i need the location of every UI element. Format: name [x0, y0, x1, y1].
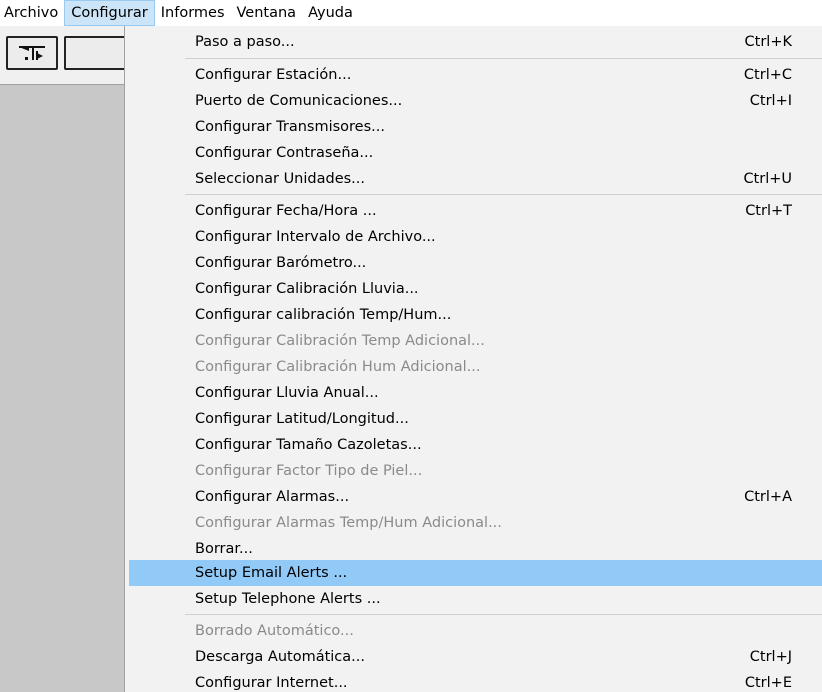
menu-item-configurar-lluvia-anual[interactable]: Configurar Lluvia Anual... — [129, 380, 822, 406]
menu-item-label: Configurar calibración Temp/Hum... — [195, 307, 452, 323]
menu-item-configurar-calibracion-temp-hum[interactable]: Configurar calibración Temp/Hum... — [129, 302, 822, 328]
menu-item-label: Configurar Transmisores... — [195, 119, 385, 135]
menu-item-alarmas-temp-hum-adicional: Configurar Alarmas Temp/Hum Adicional... — [129, 510, 822, 536]
menu-item-label: Paso a paso... — [195, 34, 295, 50]
menu-item-configurar-transmisores[interactable]: Configurar Transmisores... — [129, 114, 822, 140]
menu-item-shortcut: Ctrl+U — [743, 171, 792, 187]
menu-item-label: Descarga Automática... — [195, 649, 365, 665]
menu-item-label: Configurar Alarmas... — [195, 489, 350, 505]
menu-item-configurar-contrasena[interactable]: Configurar Contraseña... — [129, 140, 822, 166]
menu-item-label: Configurar Lluvia Anual... — [195, 385, 379, 401]
menu-item-borrar[interactable]: Borrar... — [129, 536, 822, 562]
menu-item-shortcut: Ctrl+J — [749, 649, 792, 665]
menu-item-calibracion-hum-adicional: Configurar Calibración Hum Adicional... — [129, 354, 822, 380]
menu-item-shortcut: Ctrl+C — [743, 67, 792, 83]
menu-item-shortcut: Ctrl+I — [749, 93, 792, 109]
wind-direction-icon — [15, 42, 49, 64]
menu-item-label: Configurar Calibración Temp Adicional... — [195, 333, 485, 349]
menu-item-factor-tipo-piel: Configurar Factor Tipo de Piel... — [129, 458, 822, 484]
menu-ayuda[interactable]: Ayuda — [302, 0, 359, 26]
menu-item-label: Setup Telephone Alerts ... — [195, 591, 381, 607]
menu-item-label: Configurar Internet... — [195, 675, 348, 691]
menu-archivo[interactable]: Archivo — [0, 0, 64, 26]
menu-item-label: Setup Email Alerts ... — [195, 565, 348, 581]
menu-ventana[interactable]: Ventana — [231, 0, 303, 26]
menu-item-shortcut: Ctrl+A — [744, 489, 792, 505]
menu-item-label: Configurar Factor Tipo de Piel... — [195, 463, 423, 479]
menu-item-puerto-comunicaciones[interactable]: Puerto de Comunicaciones... Ctrl+I — [129, 88, 822, 114]
toolbar-button-2[interactable] — [64, 36, 126, 70]
menu-item-label: Borrado Automático... — [195, 623, 354, 639]
toolbar — [0, 26, 126, 85]
app-workspace — [0, 26, 126, 692]
menu-item-label: Configurar Estación... — [195, 67, 352, 83]
menu-item-label: Configurar Contraseña... — [195, 145, 374, 161]
menu-item-label: Configurar Barómetro... — [195, 255, 367, 271]
menu-separator — [185, 194, 822, 195]
menu-item-calibracion-temp-adicional: Configurar Calibración Temp Adicional... — [129, 328, 822, 354]
menu-item-configurar-calibracion-lluvia[interactable]: Configurar Calibración Lluvia... — [129, 276, 822, 302]
menu-item-shortcut: Ctrl+E — [744, 675, 792, 691]
menu-item-label: Configurar Latitud/Longitud... — [195, 411, 409, 427]
menu-item-label: Configurar Tamaño Cazoletas... — [195, 437, 422, 453]
menu-item-configurar-fecha-hora[interactable]: Configurar Fecha/Hora ... Ctrl+T — [129, 198, 822, 224]
menu-item-label: Borrar... — [195, 541, 253, 557]
menu-item-label: Configurar Alarmas Temp/Hum Adicional... — [195, 515, 502, 531]
menu-item-label: Configurar Intervalo de Archivo... — [195, 229, 436, 245]
menu-item-shortcut: Ctrl+T — [745, 203, 792, 219]
menu-configurar[interactable]: Configurar — [64, 0, 155, 26]
menu-item-label: Puerto de Comunicaciones... — [195, 93, 403, 109]
menu-item-configurar-tamano-cazoletas[interactable]: Configurar Tamaño Cazoletas... — [129, 432, 822, 458]
menu-bar: Archivo Configurar Informes Ventana Ayud… — [0, 0, 822, 26]
menu-item-configurar-intervalo-archivo[interactable]: Configurar Intervalo de Archivo... — [129, 224, 822, 250]
menu-separator — [185, 58, 822, 59]
menu-informes[interactable]: Informes — [155, 0, 231, 26]
menu-item-configurar-alarmas[interactable]: Configurar Alarmas... Ctrl+A — [129, 484, 822, 510]
menu-item-borrado-automatico: Borrado Automático... — [129, 618, 822, 644]
menu-item-label: Seleccionar Unidades... — [195, 171, 365, 187]
menu-item-label: Configurar Calibración Lluvia... — [195, 281, 419, 297]
configurar-dropdown-menu: Paso a paso... Ctrl+K Configurar Estació… — [124, 26, 822, 692]
menu-item-configurar-internet[interactable]: Configurar Internet... Ctrl+E — [129, 670, 822, 692]
menu-item-label: Configurar Fecha/Hora ... — [195, 203, 377, 219]
menu-item-label: Configurar Calibración Hum Adicional... — [195, 359, 481, 375]
menu-item-seleccionar-unidades[interactable]: Seleccionar Unidades... Ctrl+U — [129, 166, 822, 192]
menu-item-setup-email-alerts[interactable]: Setup Email Alerts ... — [129, 560, 822, 586]
menu-separator — [185, 614, 822, 615]
menu-item-shortcut: Ctrl+K — [744, 34, 792, 50]
menu-item-configurar-barometro[interactable]: Configurar Barómetro... — [129, 250, 822, 276]
menu-item-descarga-automatica[interactable]: Descarga Automática... Ctrl+J — [129, 644, 822, 670]
menu-item-paso-a-paso[interactable]: Paso a paso... Ctrl+K — [129, 29, 822, 55]
menu-item-configurar-latitud-longitud[interactable]: Configurar Latitud/Longitud... — [129, 406, 822, 432]
menu-item-setup-telephone-alerts[interactable]: Setup Telephone Alerts ... — [129, 586, 822, 612]
menu-item-configurar-estacion[interactable]: Configurar Estación... Ctrl+C — [129, 62, 822, 88]
toolbar-button-wind[interactable] — [6, 36, 58, 70]
